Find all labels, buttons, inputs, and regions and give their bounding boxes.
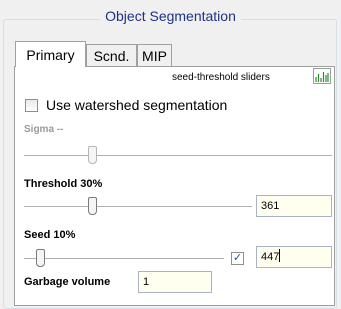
seed-threshold-sliders-link[interactable]: seed-threshold sliders <box>172 72 270 83</box>
seed-value-field[interactable]: 447 <box>256 246 332 268</box>
histogram-icon[interactable] <box>313 68 331 84</box>
histogram-icon-graphic <box>315 72 329 82</box>
seed-slider-thumb[interactable] <box>36 249 45 267</box>
seed-checkbox[interactable]: ✓ <box>231 252 244 265</box>
watershed-checkbox[interactable] <box>25 99 38 112</box>
tab-primary[interactable]: Primary <box>15 41 86 67</box>
watershed-label: Use watershed segmentation <box>46 97 228 113</box>
sigma-label: Sigma -- <box>24 124 64 135</box>
threshold-label: Threshold 30% <box>24 178 102 190</box>
seed-value-text: 447 <box>261 251 280 263</box>
garbage-volume-label: Garbage volume <box>24 276 111 288</box>
tab-mip[interactable]: MIP <box>137 44 172 66</box>
group-title: Object Segmentation <box>0 8 341 24</box>
seed-percent: 10% <box>53 229 76 241</box>
threshold-percent: 30% <box>80 178 103 190</box>
threshold-slider-track <box>24 206 252 208</box>
threshold-slider-thumb[interactable] <box>88 197 98 215</box>
text-caret <box>279 249 281 262</box>
seed-label: Seed 10% <box>24 229 75 241</box>
sigma-slider-track <box>24 155 332 157</box>
threshold-label-text: Threshold <box>24 178 78 190</box>
garbage-volume-field[interactable]: 1 <box>138 271 212 293</box>
sigma-slider-thumb[interactable] <box>87 146 97 164</box>
tab-scnd[interactable]: Scnd. <box>86 44 137 66</box>
seed-slider-track <box>24 258 224 260</box>
seed-label-text: Seed <box>24 229 51 241</box>
threshold-value-field[interactable]: 361 <box>256 195 332 217</box>
